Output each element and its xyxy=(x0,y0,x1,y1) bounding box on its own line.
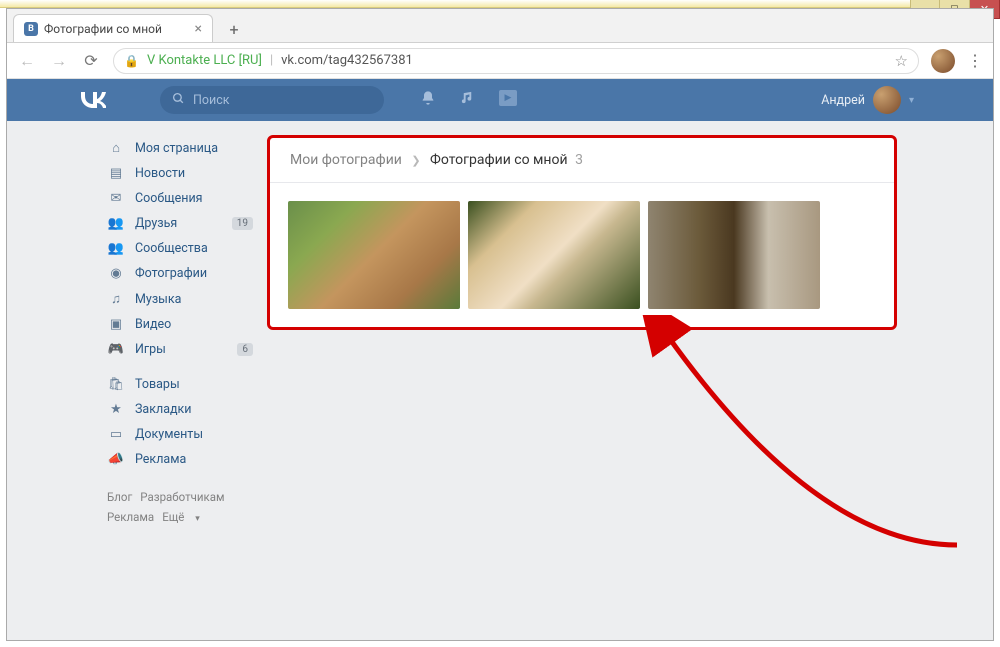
sidebar-item-market[interactable]: 🛍Товары xyxy=(103,372,253,397)
profile-avatar-icon[interactable] xyxy=(931,49,955,73)
doc-icon: ▭ xyxy=(107,427,125,442)
search-placeholder: Поиск xyxy=(193,93,230,108)
sidebar: ⌂Моя страница ▤Новости ✉Сообщения 👥Друзь… xyxy=(103,135,253,640)
user-name: Андрей xyxy=(821,93,865,108)
sidebar-item-bookmarks[interactable]: ★Закладки xyxy=(103,397,253,422)
page-body: ⌂Моя страница ▤Новости ✉Сообщения 👥Друзь… xyxy=(7,121,993,640)
user-avatar xyxy=(873,86,901,114)
friends-icon: 👥 xyxy=(107,216,125,231)
chevron-down-icon: ▾ xyxy=(195,514,200,524)
breadcrumb-current: Фотографии со мной xyxy=(430,152,568,168)
bookmark-star-icon[interactable]: ☆ xyxy=(895,52,908,70)
window-titlebar: — □ ✕ xyxy=(0,0,1000,8)
sidebar-item-ads[interactable]: 📣Реклама xyxy=(103,447,253,472)
sidebar-item-communities[interactable]: 👥Сообщества xyxy=(103,236,253,261)
photo-count: 3 xyxy=(575,152,583,168)
content-area: Мои фотографии ❯ Фотографии со мной 3 xyxy=(267,135,897,640)
tab-close-icon[interactable]: × xyxy=(195,21,202,37)
new-tab-button[interactable]: + xyxy=(221,16,247,42)
footer-more-link[interactable]: Ещё ▾ xyxy=(162,510,208,524)
sidebar-item-music[interactable]: ♫Музыка xyxy=(103,286,253,312)
sidebar-item-games[interactable]: 🎮Игры6 xyxy=(103,337,253,362)
sidebar-item-photos[interactable]: ◉Фотографии xyxy=(103,261,253,286)
footer-blog-link[interactable]: Блог xyxy=(107,490,132,504)
footer-devs-link[interactable]: Разработчикам xyxy=(140,490,224,504)
megaphone-icon: 📣 xyxy=(107,452,125,467)
sidebar-item-my-page[interactable]: ⌂Моя страница xyxy=(103,135,253,161)
footer-ads-link[interactable]: Реклама xyxy=(107,510,154,524)
breadcrumb-root-link[interactable]: Мои фотографии xyxy=(290,152,402,168)
sidebar-item-news[interactable]: ▤Новости xyxy=(103,161,253,186)
tab-strip: B Фотографии со мной × + xyxy=(7,9,993,43)
bag-icon: 🛍 xyxy=(107,377,125,392)
music-icon[interactable] xyxy=(460,90,475,110)
photos-card: Мои фотографии ❯ Фотографии со мной 3 xyxy=(267,135,897,330)
back-button[interactable]: ← xyxy=(17,51,37,71)
home-icon: ⌂ xyxy=(107,140,125,156)
lock-icon: 🔒 xyxy=(124,54,139,68)
vk-header: Поиск ▶ Андрей ▾ xyxy=(7,79,993,121)
site-org: V Kontakte LLC [RU] xyxy=(147,53,262,68)
browser-window: B Фотографии со мной × + ← → ⟳ 🔒 V Konta… xyxy=(6,8,994,641)
star-icon: ★ xyxy=(107,402,125,417)
photo-grid xyxy=(270,183,894,327)
messages-icon: ✉ xyxy=(107,191,125,206)
sidebar-item-videos[interactable]: ▣Видео xyxy=(103,312,253,337)
video-icon: ▣ xyxy=(107,317,125,332)
address-bar[interactable]: 🔒 V Kontakte LLC [RU] | vk.com/tag432567… xyxy=(113,48,919,74)
browser-tab[interactable]: B Фотографии со мной × xyxy=(13,14,213,42)
vk-logo[interactable] xyxy=(74,88,110,112)
site-url: vk.com/tag432567381 xyxy=(281,53,413,68)
address-bar-row: ← → ⟳ 🔒 V Kontakte LLC [RU] | vk.com/tag… xyxy=(7,43,993,79)
group-icon: 👥 xyxy=(107,241,125,256)
game-icon: 🎮 xyxy=(107,342,125,357)
search-input[interactable]: Поиск xyxy=(160,86,384,114)
tab-title: Фотографии со мной xyxy=(44,22,162,36)
vk-favicon: B xyxy=(24,22,38,36)
breadcrumb: Мои фотографии ❯ Фотографии со мной 3 xyxy=(270,138,894,183)
annotation-arrow xyxy=(637,315,977,569)
chevron-right-icon: ❯ xyxy=(411,154,420,167)
camera-icon: ◉ xyxy=(107,266,125,281)
forward-button[interactable]: → xyxy=(49,51,69,71)
user-menu[interactable]: Андрей ▾ xyxy=(821,86,914,114)
sidebar-item-messages[interactable]: ✉Сообщения xyxy=(103,186,253,211)
browser-menu-icon[interactable]: ⋮ xyxy=(967,51,983,70)
photo-thumbnail[interactable] xyxy=(288,201,460,309)
note-icon: ♫ xyxy=(107,291,125,307)
chevron-down-icon: ▾ xyxy=(909,95,914,106)
sidebar-footer: Блог Разработчикам Реклама Ещё ▾ xyxy=(103,482,253,533)
sidebar-item-documents[interactable]: ▭Документы xyxy=(103,422,253,447)
play-icon[interactable]: ▶ xyxy=(499,90,517,106)
news-icon: ▤ xyxy=(107,166,125,181)
sidebar-item-friends[interactable]: 👥Друзья19 xyxy=(103,211,253,236)
photo-thumbnail[interactable] xyxy=(648,201,820,309)
photo-thumbnail[interactable] xyxy=(468,201,640,309)
reload-button[interactable]: ⟳ xyxy=(81,51,101,70)
notifications-icon[interactable] xyxy=(420,90,436,110)
search-icon xyxy=(172,92,185,109)
